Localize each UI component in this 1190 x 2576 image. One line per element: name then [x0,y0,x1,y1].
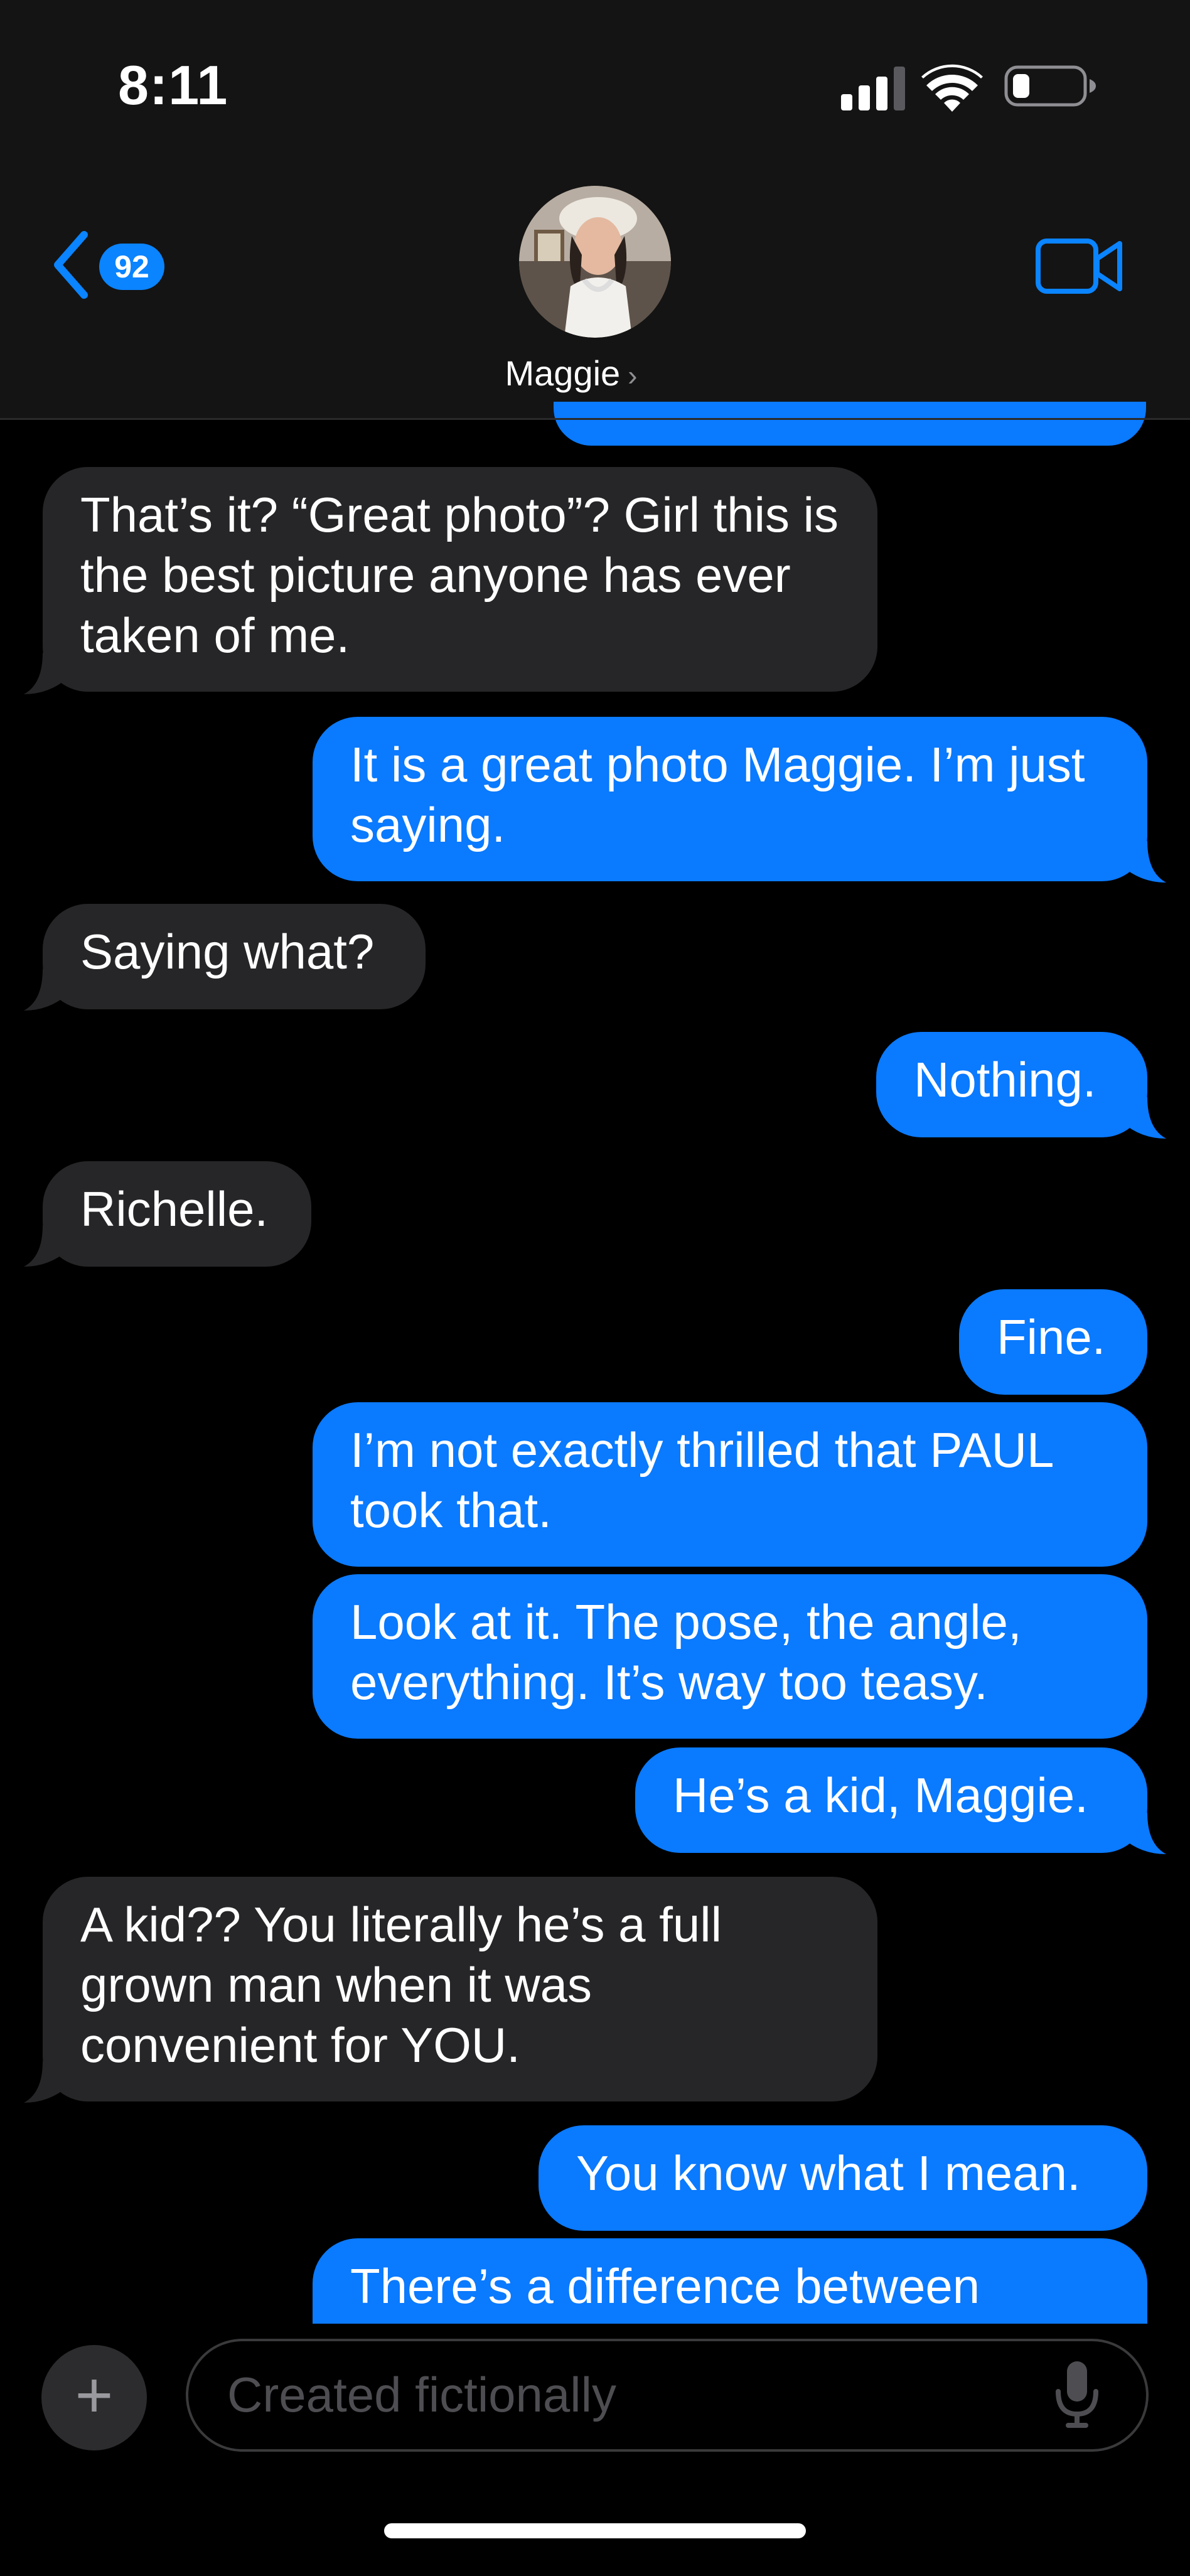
message-bubble-incoming[interactable]: That’s it? “Great photo”? Girl this is t… [43,467,877,692]
message-bubble-partial[interactable] [554,402,1146,446]
message-input-placeholder: Created fictionally [227,2367,616,2422]
message-bubble-incoming[interactable]: A kid?? You literally he’s a full grown … [43,1877,877,2101]
message-bubble-outgoing[interactable]: I’m not exactly thrilled that PAUL took … [313,1402,1147,1567]
message-text: Nothing. [914,1052,1096,1107]
cellular-signal-icon [841,67,905,110]
wifi-icon [921,64,983,112]
message-bubble-incoming[interactable]: Richelle. [43,1161,311,1267]
message-text: Look at it. The pose, the angle, everyth… [350,1594,1022,1710]
bubble-tail [24,1225,68,1267]
bubble-tail [1122,1097,1166,1139]
microphone-icon[interactable] [1054,2361,1100,2429]
message-bubble-outgoing[interactable]: Look at it. The pose, the angle, everyth… [313,1574,1147,1739]
message-text: Richelle. [80,1181,269,1237]
contact-name[interactable]: Maggie › [439,353,703,394]
message-text: Fine. [997,1309,1106,1365]
video-call-icon[interactable] [1036,237,1123,295]
message-bubble-outgoing[interactable]: He’s a kid, Maggie. [635,1747,1147,1853]
chevron-right-icon: › [628,359,638,392]
message-text: A kid?? You literally he’s a full grown … [80,1897,722,2073]
unread-count-badge[interactable]: 92 [99,244,164,290]
message-text: It is a great photo Maggie. I’m just say… [350,737,1085,852]
battery-icon [1004,65,1096,107]
message-bubble-outgoing[interactable]: It is a great photo Maggie. I’m just say… [313,717,1147,881]
message-text: You know what I mean. [576,2145,1081,2201]
bubble-tail [24,2061,68,2103]
bubble-tail [24,653,68,694]
message-bubble-incoming[interactable]: Saying what? [43,904,426,1009]
message-text: There’s a difference between [350,2258,980,2314]
message-text: That’s it? “Great photo”? Girl this is t… [80,487,839,663]
message-text: I’m not exactly thrilled that PAUL took … [350,1422,1053,1538]
status-time: 8:11 [118,54,228,116]
header-divider [0,418,1190,420]
bubble-tail [24,969,68,1011]
contact-avatar[interactable] [519,186,671,338]
message-text: Saying what? [80,924,375,979]
plus-icon: + [75,2359,114,2432]
bubble-tail [1122,1813,1166,1854]
message-bubble-outgoing[interactable]: Nothing. [876,1032,1147,1137]
message-bubble-outgoing[interactable]: You know what I mean. [539,2125,1147,2231]
back-chevron-icon[interactable] [51,231,89,299]
message-text: He’s a kid, Maggie. [673,1768,1088,1823]
add-attachment-button[interactable]: + [41,2345,147,2450]
message-bubble-outgoing[interactable]: Fine. [959,1289,1147,1395]
bubble-tail [1122,841,1166,883]
home-indicator[interactable] [384,2523,806,2538]
contact-name-text: Maggie [505,353,621,393]
